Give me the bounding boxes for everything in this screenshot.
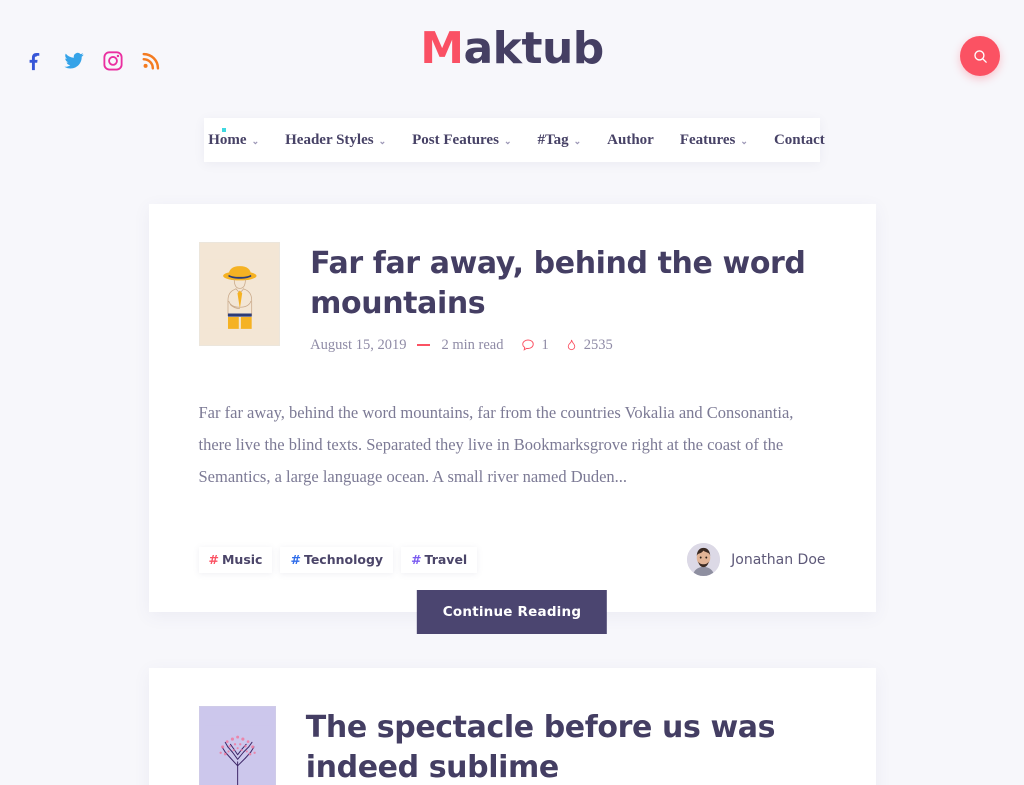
post-card: Far far away, behind the word mountains …: [148, 204, 876, 635]
chevron-down-icon: ⌄: [573, 135, 582, 146]
tag-list: # Music # Technology # Travel: [198, 546, 478, 573]
post-list: Far far away, behind the word mountains …: [148, 204, 876, 785]
hash-symbol: #: [290, 551, 301, 567]
hash-symbol: #: [208, 551, 219, 567]
tag-label: Technology: [303, 551, 384, 567]
flame-icon: [567, 340, 575, 351]
nav-label: Home: [208, 131, 247, 148]
post-thumbnail[interactable]: [198, 242, 281, 346]
nav-item-post-features[interactable]: Post Features ⌄: [399, 132, 524, 149]
post-author[interactable]: Jonathan Doe: [687, 543, 826, 577]
view-count-value: 2535: [583, 336, 613, 353]
nav-item-header-styles[interactable]: Header Styles ⌄: [272, 132, 399, 149]
nav-label: Author: [607, 131, 654, 148]
nav-label: Header Styles: [285, 131, 374, 148]
nav-label: Contact: [773, 131, 825, 148]
comment-count-value: 1: [541, 336, 549, 353]
nav-item-contact[interactable]: Contact: [761, 132, 838, 149]
author-name: Jonathan Doe: [731, 551, 826, 568]
search-icon: [973, 49, 987, 63]
site-logo[interactable]: Maktub: [0, 27, 1024, 71]
search-button[interactable]: [960, 36, 1000, 76]
chevron-down-icon: ⌄: [740, 135, 748, 146]
logo-first-letter: M: [420, 23, 464, 74]
view-count: 2535: [565, 337, 613, 354]
meta-divider-dash: [417, 344, 431, 347]
post-header: Far far away, behind the word mountains …: [198, 242, 826, 354]
tag-music[interactable]: # Music: [198, 546, 273, 573]
chevron-down-icon: ⌄: [503, 135, 512, 146]
tag-label: Travel: [424, 551, 468, 567]
tag-travel[interactable]: # Travel: [401, 546, 478, 573]
chevron-down-icon: ⌄: [378, 135, 387, 146]
post-thumbnail[interactable]: [198, 706, 276, 785]
man-with-hat-illustration: [204, 248, 275, 340]
main-navigation: Home ⌄ Header Styles ⌄ Post Features ⌄ #…: [204, 118, 825, 162]
tag-label: Music: [221, 551, 263, 567]
cherry-blossom-tree-illustration: [204, 712, 270, 785]
post-card: The spectacle before us was indeed subli…: [148, 668, 876, 785]
logo-rest: aktub: [463, 23, 604, 74]
hash-symbol: #: [411, 551, 422, 567]
post-date: August 15, 2019: [310, 336, 407, 353]
post-heading-block: The spectacle before us was indeed subli…: [306, 706, 826, 785]
nav-item-features[interactable]: Features ⌄: [667, 132, 761, 149]
nav-list: Home ⌄ Header Styles ⌄ Post Features ⌄ #…: [186, 132, 838, 149]
nav-item-author[interactable]: Author: [594, 132, 667, 149]
nav-item-home[interactable]: Home ⌄: [186, 132, 272, 149]
site-header: Maktub: [0, 0, 1024, 110]
post-read-time: 2 min read: [441, 336, 504, 353]
post-meta: August 15, 2019 2 min read 1 2535: [310, 337, 825, 354]
post-title[interactable]: Far far away, behind the word mountains: [310, 244, 825, 324]
post-excerpt: Far far away, behind the word mountains,…: [198, 402, 794, 487]
comment-count[interactable]: 1: [521, 336, 549, 354]
avatar: [687, 543, 721, 577]
tag-technology[interactable]: # Technology: [280, 546, 394, 573]
post-header: The spectacle before us was indeed subli…: [198, 706, 826, 785]
nav-label: Post Features: [412, 131, 499, 148]
continue-reading-button[interactable]: Continue Reading: [416, 590, 608, 635]
comment-bubble-icon: [522, 339, 535, 351]
chevron-down-icon: ⌄: [251, 135, 260, 146]
nav-label: Features: [679, 131, 736, 148]
post-title[interactable]: The spectacle before us was indeed subli…: [306, 708, 826, 785]
nav-label: #Tag: [537, 131, 569, 148]
nav-item-tag[interactable]: #Tag ⌄: [524, 132, 594, 149]
post-heading-block: Far far away, behind the word mountains …: [310, 242, 825, 354]
post-footer: # Music # Technology # Travel Jonathan D…: [198, 543, 826, 577]
